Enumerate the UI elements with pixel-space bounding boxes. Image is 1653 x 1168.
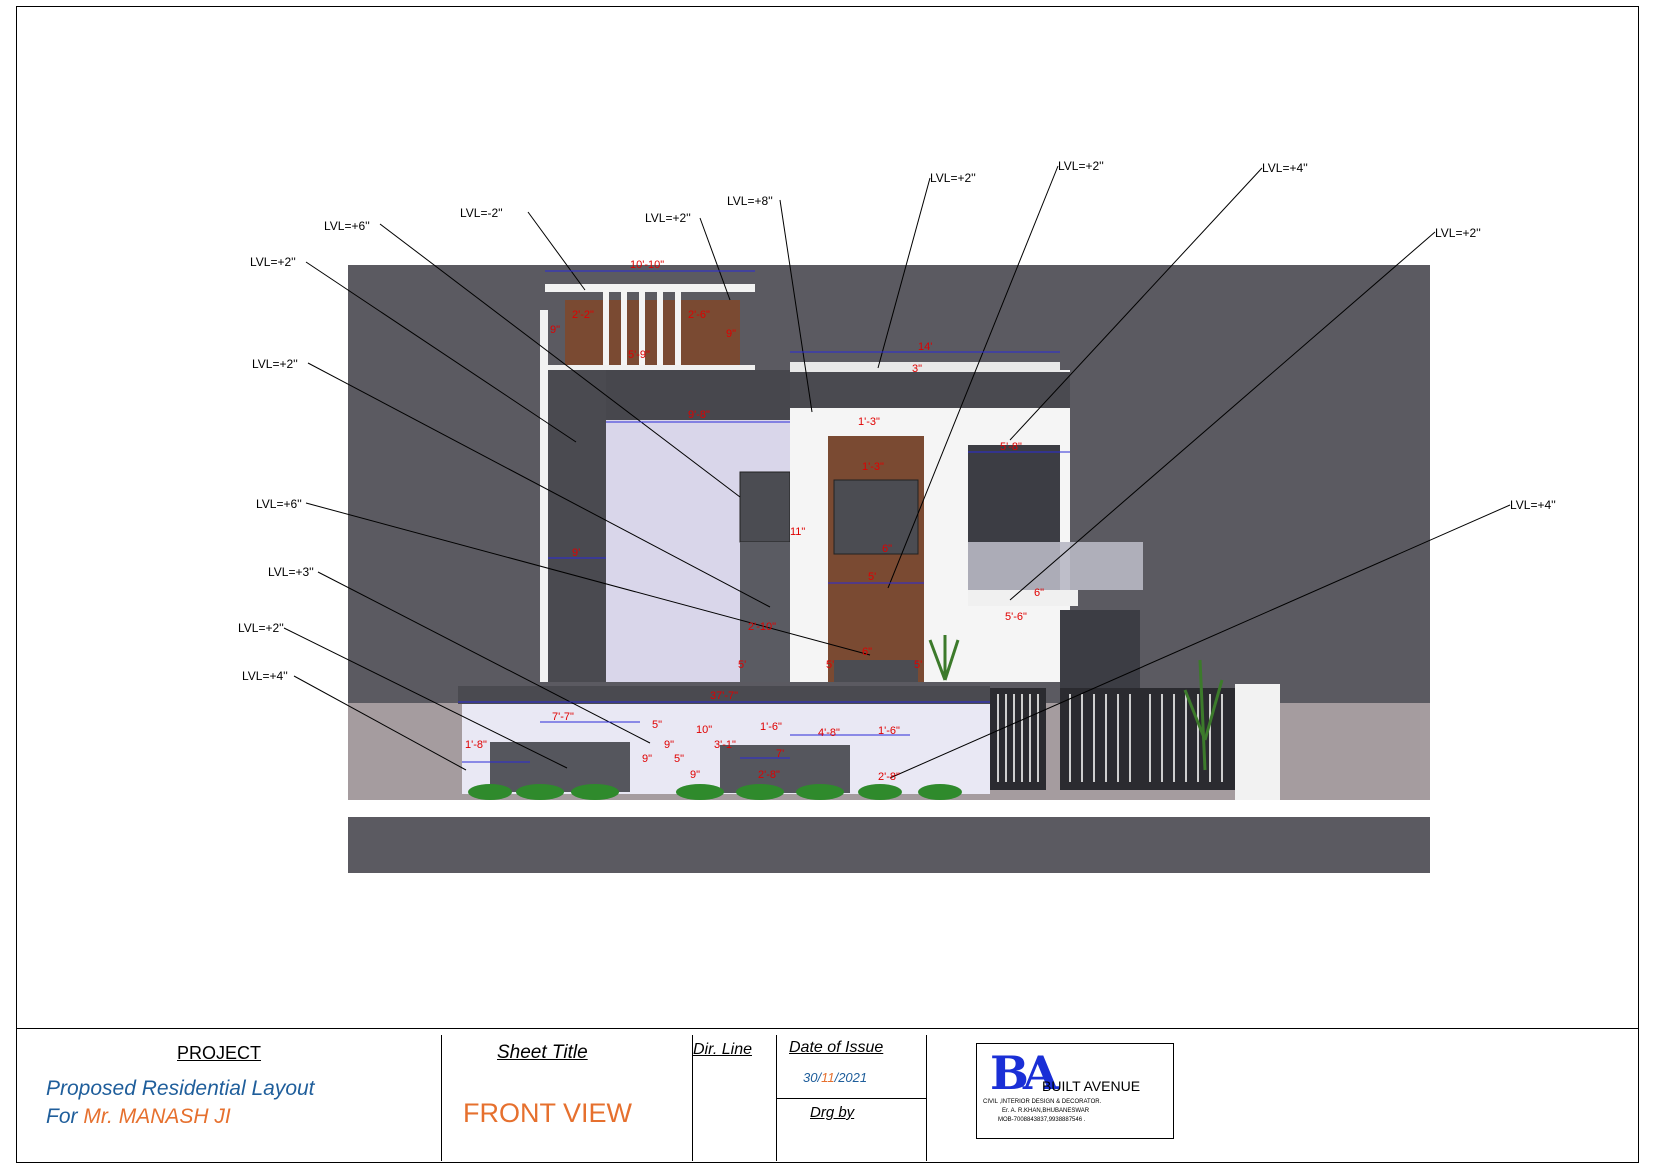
title-block-divider [926, 1035, 927, 1161]
dimension-text: 3" [912, 363, 922, 375]
front-view-drawing: LVL=-2'' LVL=+2'' LVL=+8'' LVL=+2'' LVL=… [238, 159, 1556, 873]
dimension-text: 5' [868, 571, 876, 583]
dimension-text: 4'-8" [818, 727, 840, 739]
date-month: 11 [821, 1070, 835, 1085]
company-phone: MOB-7008843837,9938887546 . [998, 1117, 1086, 1123]
dimension-text: 5' [738, 659, 746, 671]
project-client-line: For Mr. MANASH JI [46, 1105, 231, 1129]
balcony-slab [968, 590, 1078, 606]
dimension-text: 5'-6" [1005, 611, 1027, 623]
dimension-text: 2'-8" [878, 771, 900, 783]
dimension-text: 5' [914, 659, 922, 671]
dimension-text: 10'-10" [630, 259, 664, 271]
client-name: Mr. MANASH JI [83, 1105, 231, 1128]
left-dark-pillar [548, 370, 606, 682]
sheet-title: FRONT VIEW [463, 1098, 633, 1128]
dimension-text: 10" [696, 724, 712, 736]
dimension-text: 9'-8" [688, 409, 710, 421]
dimension-text: 1'-6" [760, 721, 782, 733]
dimension-text: 9" [726, 328, 736, 340]
project-label: PROJECT [177, 1043, 262, 1063]
dimension-text: 1'-3" [858, 416, 880, 428]
dimension-text: 9" [690, 769, 700, 781]
company-services: CIVIL ,INTERIOR DESIGN & DECORATOR. [983, 1099, 1102, 1105]
dimension-text: 11" [790, 526, 805, 538]
balcony-glass [968, 542, 1143, 590]
dimension-text: 37'-7" [710, 690, 738, 702]
dimension-text: 9" [642, 753, 652, 765]
dimension-text: 2'-8" [758, 769, 780, 781]
dimension-text: 5" [674, 753, 684, 765]
dimension-text: 14' [918, 341, 932, 353]
window-bottom-middle [834, 660, 918, 682]
company-engineer: Er. A. R.KHAN,BHUBANESWAR [1002, 1108, 1090, 1114]
level-label: LVL=+2'' [1435, 226, 1481, 240]
left-white-edge [540, 310, 548, 682]
planting-bed [468, 784, 962, 800]
project-name: Proposed Residential Layout [46, 1077, 315, 1100]
dimension-text: 3'-1" [714, 739, 736, 751]
stone-cladding-left [740, 542, 790, 682]
dimension-text: 6" [882, 543, 892, 555]
level-label: LVL=+2'' [238, 621, 284, 635]
drg-by-label: Drg by [810, 1104, 855, 1121]
date-of-issue-label: Date of Issue [789, 1039, 884, 1056]
date-divider [776, 1098, 926, 1099]
level-label: LVL=+2'' [645, 211, 691, 225]
dimension-text: 9" [550, 324, 560, 336]
date-year: /2021 [834, 1070, 868, 1085]
terrace-canopy [545, 284, 755, 292]
dimension-text: 6" [862, 646, 872, 658]
dimension-text: 9' [572, 547, 580, 559]
dimension-text: 1'-3" [862, 461, 884, 473]
title-block-divider [441, 1035, 442, 1161]
level-label: LVL=+2'' [250, 255, 296, 269]
level-label: LVL=-2'' [460, 206, 503, 220]
dimension-text: 5'-8" [1000, 441, 1022, 453]
dimension-text: 1'-6" [878, 725, 900, 737]
issue-date: 30/11/2021 [803, 1070, 867, 1085]
level-label: LVL=+4'' [1510, 498, 1556, 512]
level-label: LVL=+3'' [268, 565, 314, 579]
dimension-text: 2'-6" [688, 309, 710, 321]
dimension-text: 5' [826, 659, 834, 671]
project-for: For [46, 1105, 78, 1128]
level-label: LVL=+6'' [324, 219, 370, 233]
dimension-text: 5" [652, 719, 662, 731]
level-label: LVL=+8'' [727, 194, 773, 208]
company-name: BUILT AVENUE [1042, 1078, 1141, 1094]
middle-dark-top [790, 372, 1070, 408]
gate-pillar-right [1235, 684, 1280, 800]
roof-slab [790, 362, 1060, 372]
sheet-title-label: Sheet Title [497, 1042, 588, 1063]
level-label: LVL=+4'' [242, 669, 288, 683]
window-small-left [739, 471, 791, 543]
dimension-text: 9" [664, 739, 674, 751]
date-day: 30/ [803, 1070, 822, 1085]
level-label: LVL=+4'' [1262, 161, 1308, 175]
dimension-text: 7'-7" [552, 711, 574, 723]
level-label: LVL=+2'' [252, 357, 298, 371]
level-label: LVL=+6'' [256, 497, 302, 511]
dir-line-label: Dir. Line [693, 1041, 752, 1058]
level-label: LVL=+2'' [930, 171, 976, 185]
dimension-text: 2'-10" [748, 621, 776, 633]
dimension-text: 1'-8" [465, 739, 487, 751]
dimension-text: 6" [1034, 587, 1044, 599]
footpath [348, 800, 1430, 817]
stone-wall-left [490, 742, 630, 792]
main-gate [1060, 688, 1235, 790]
dimension-text: 5'-9" [628, 349, 650, 361]
level-label: LVL=+2'' [1058, 159, 1104, 173]
window-middle [833, 479, 919, 555]
dimension-text: 2'-2" [572, 309, 594, 321]
dimension-text: 7' [776, 748, 784, 760]
